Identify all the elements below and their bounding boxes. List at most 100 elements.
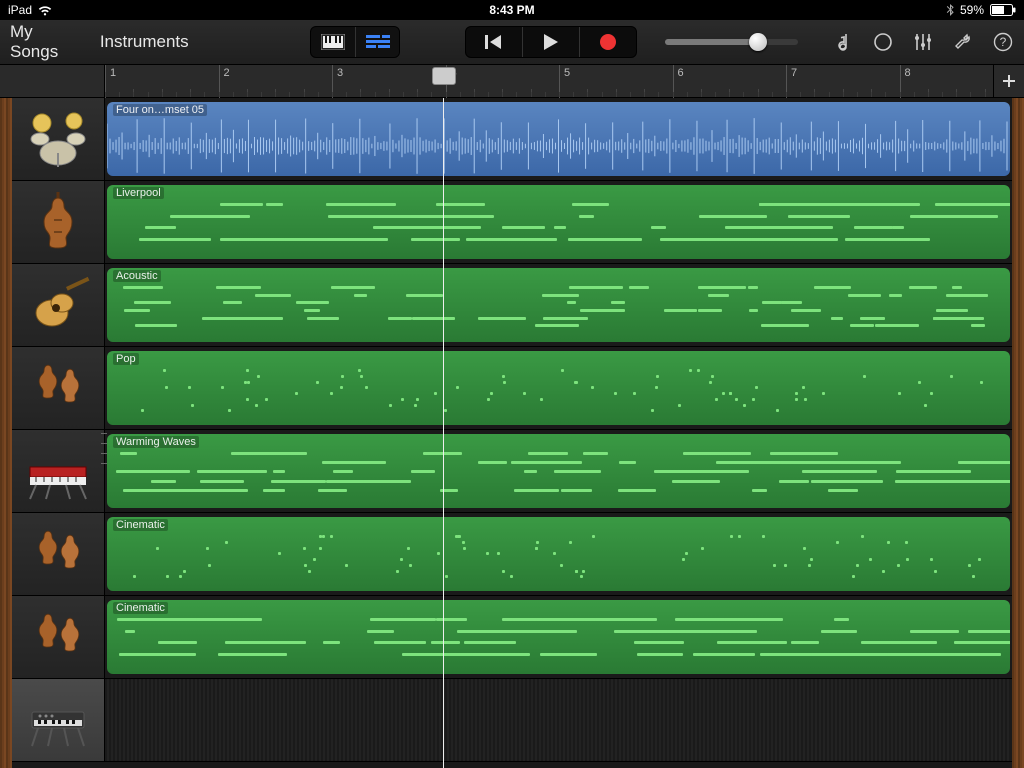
track-row[interactable]: Four on…mset 05	[12, 98, 1012, 181]
track-header-strings3[interactable]	[12, 596, 105, 678]
track-row[interactable]: Pop	[12, 347, 1012, 430]
string-ensemble-icon	[22, 523, 94, 585]
mixer-button[interactable]	[912, 31, 934, 53]
plus-icon	[1001, 73, 1017, 89]
region[interactable]: Pop	[107, 351, 1010, 425]
midi-notes	[111, 618, 1006, 668]
wood-trim-left	[0, 98, 12, 768]
track-header-synth[interactable]	[12, 679, 105, 761]
track-lane[interactable]: Cinematic	[105, 596, 1012, 678]
track-lane[interactable]: Warming Waves	[105, 430, 1012, 512]
rewind-icon	[485, 34, 503, 50]
settings-button[interactable]	[952, 31, 974, 53]
midi-notes	[111, 203, 1006, 253]
play-button[interactable]	[523, 27, 580, 57]
midi-notes	[111, 369, 1006, 419]
synth-keys-icon	[22, 440, 94, 502]
status-bar: iPad 8:43 PM 59%	[0, 0, 1024, 20]
ruler-bar: 7	[786, 65, 801, 101]
waveform	[107, 116, 1010, 176]
master-volume-slider[interactable]	[665, 39, 798, 45]
loop-browser-button[interactable]	[872, 31, 894, 53]
track-pane: Four on…mset 05 Liverpool Acoustic Pop Warmi…	[12, 98, 1012, 768]
track-lane[interactable]: Acoustic	[105, 264, 1012, 346]
help-icon: ?	[993, 32, 1013, 52]
track-header-resize[interactable]	[101, 428, 107, 468]
region[interactable]: Acoustic	[107, 268, 1010, 342]
transport-controls	[465, 26, 637, 58]
track-lane[interactable]: Pop	[105, 347, 1012, 429]
upright-bass-icon	[22, 191, 94, 253]
note-editor-button[interactable]	[832, 31, 854, 53]
instruments-button[interactable]: Instruments	[100, 32, 189, 52]
region-label: Warming Waves	[113, 436, 199, 448]
track-row[interactable]: Cinematic	[12, 596, 1012, 679]
ruler-bar: 8	[900, 65, 915, 101]
string-ensemble-icon	[22, 357, 94, 419]
playhead-flag[interactable]	[432, 67, 456, 85]
string-ensemble-icon	[22, 606, 94, 668]
track-row[interactable]	[12, 679, 1012, 762]
track-row[interactable]: Liverpool	[12, 181, 1012, 264]
track-lane[interactable]	[105, 679, 1012, 761]
svg-text:?: ?	[1000, 35, 1007, 49]
workspace: Four on…mset 05 Liverpool Acoustic Pop Warmi…	[0, 98, 1024, 768]
track-lane[interactable]: Liverpool	[105, 181, 1012, 263]
device-label: iPad	[8, 3, 32, 17]
battery-icon	[990, 4, 1016, 16]
region-label: Four on…mset 05	[113, 104, 207, 116]
record-button[interactable]	[580, 27, 636, 57]
drumkit-icon	[22, 108, 94, 170]
midi-notes	[111, 286, 1006, 336]
bluetooth-icon	[946, 4, 954, 16]
wrench-icon	[953, 32, 973, 52]
ruler-bar: 1	[105, 65, 120, 101]
track-lane[interactable]: Cinematic	[105, 513, 1012, 595]
volume-fill	[665, 39, 758, 45]
ruler-bar: 5	[559, 65, 574, 101]
volume-knob[interactable]	[749, 33, 767, 51]
synthesizer-icon	[22, 689, 94, 751]
toolbar: My Songs Instruments	[0, 20, 1024, 65]
tracks-icon	[366, 35, 390, 49]
record-icon	[599, 33, 617, 51]
add-track-button[interactable]	[993, 65, 1024, 97]
loop-icon	[873, 32, 893, 52]
midi-notes	[111, 535, 1006, 585]
track-header-keys[interactable]	[12, 430, 105, 512]
region[interactable]: Cinematic	[107, 600, 1010, 674]
region[interactable]: Cinematic	[107, 517, 1010, 591]
clock: 8:43 PM	[489, 3, 534, 17]
midi-notes	[111, 452, 1006, 502]
region-label: Pop	[113, 353, 139, 365]
help-button[interactable]: ?	[992, 31, 1014, 53]
track-header-guitar[interactable]	[12, 264, 105, 346]
track-lane[interactable]: Four on…mset 05	[105, 98, 1012, 180]
piano-icon	[321, 34, 345, 50]
region[interactable]: Liverpool	[107, 185, 1010, 259]
region[interactable]: Warming Waves	[107, 434, 1010, 508]
region[interactable]: Four on…mset 05	[107, 102, 1010, 176]
region-label: Liverpool	[113, 187, 164, 199]
region-label: Acoustic	[113, 270, 161, 282]
track-row[interactable]: Warming Waves	[12, 430, 1012, 513]
rewind-button[interactable]	[466, 27, 523, 57]
ruler-bar: 2	[219, 65, 234, 101]
my-songs-button[interactable]: My Songs	[10, 22, 82, 62]
track-header-drums[interactable]	[12, 98, 105, 180]
track-header-strings2[interactable]	[12, 513, 105, 595]
piano-view-button[interactable]	[311, 27, 356, 57]
track-row[interactable]: Cinematic	[12, 513, 1012, 596]
timeline-ruler[interactable]: 12345678	[105, 65, 1024, 98]
region[interactable]	[107, 679, 1010, 761]
track-header-strings1[interactable]	[12, 347, 105, 429]
track-header-bass[interactable]	[12, 181, 105, 263]
tracks-view-button[interactable]	[356, 27, 400, 57]
mixer-icon	[913, 32, 933, 52]
play-icon	[543, 33, 559, 51]
region-label: Cinematic	[113, 519, 168, 531]
wood-trim-right	[1012, 98, 1024, 768]
note-icon	[834, 32, 852, 52]
track-row[interactable]: Acoustic	[12, 264, 1012, 347]
view-toggle	[310, 26, 400, 58]
